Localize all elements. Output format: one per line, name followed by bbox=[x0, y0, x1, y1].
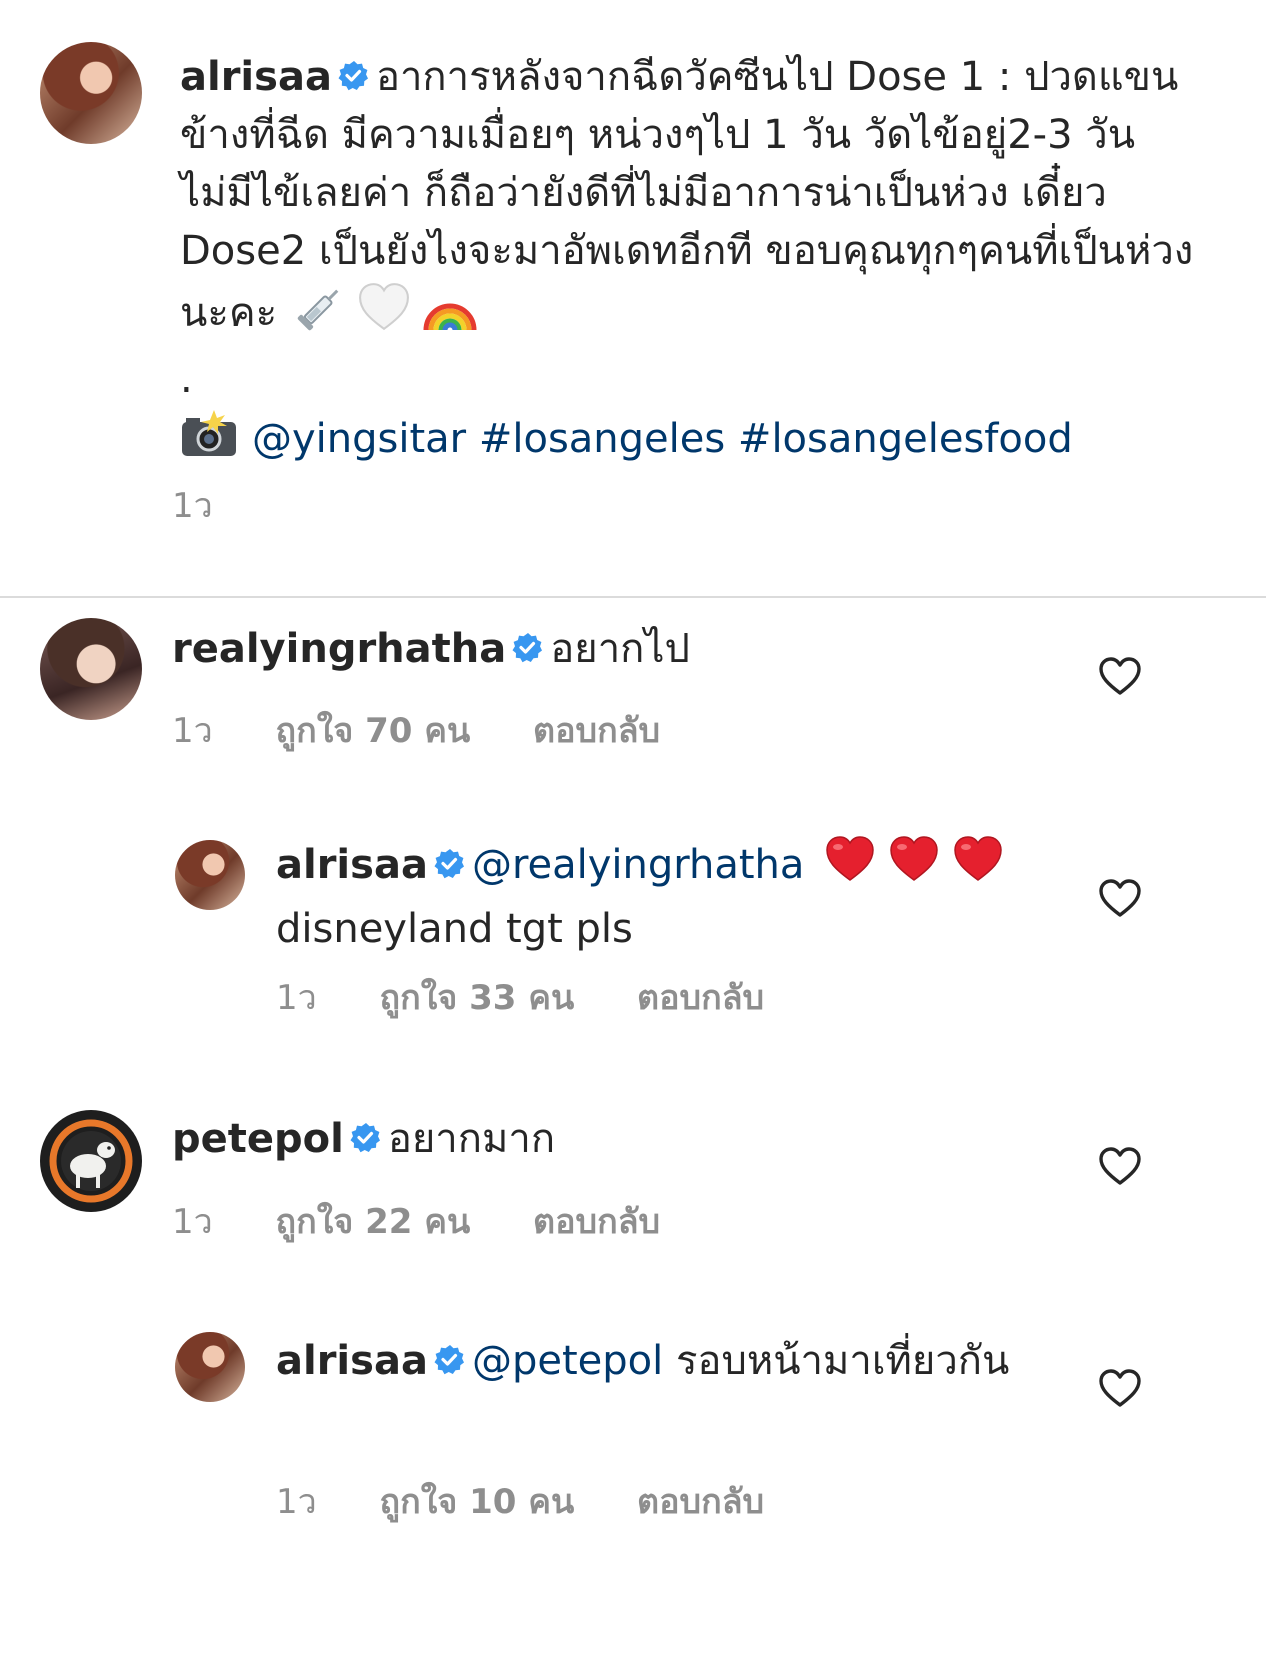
comment-avatar[interactable] bbox=[40, 618, 142, 720]
reply-button[interactable]: ตอบกลับ bbox=[533, 711, 660, 751]
post-caption-block: alrisaa อาการหลังจากฉีดวัคซีนไป Dose 1 : … bbox=[180, 48, 1220, 474]
heart-outline-icon[interactable] bbox=[1098, 656, 1142, 696]
comment-time: 1ว bbox=[172, 1202, 213, 1242]
heart-outline-icon[interactable] bbox=[1098, 1368, 1142, 1408]
reply-body: alrisaa @petepol รอบหน้ามาเที่ยวกัน bbox=[276, 1332, 1036, 1390]
verified-badge-icon bbox=[349, 1122, 382, 1154]
post-time: 1ว bbox=[172, 486, 213, 526]
reply-button[interactable]: ตอบกลับ bbox=[637, 978, 764, 1018]
reply-mention-link[interactable]: @realyingrhatha bbox=[472, 842, 804, 888]
syringe-emoji bbox=[294, 280, 348, 350]
comment-username[interactable]: petepol bbox=[172, 1116, 344, 1162]
reply-meta: 1ว ถูกใจ 10 คน ตอบกลับ bbox=[276, 1474, 816, 1528]
red-heart-emoji bbox=[954, 836, 1002, 881]
verified-badge-icon bbox=[433, 848, 466, 880]
reply-button[interactable]: ตอบกลับ bbox=[533, 1202, 660, 1242]
red-heart-emoji bbox=[826, 836, 874, 881]
comment-meta: 1ว ถูกใจ 70 คน ตอบกลับ bbox=[172, 703, 712, 757]
post-author-username[interactable]: alrisaa bbox=[180, 54, 332, 100]
credit-mention-link[interactable]: @yingsitar bbox=[252, 416, 466, 462]
reply-body: alrisaa @realyingrhatha disneyland tgt pl… bbox=[276, 834, 1076, 958]
reply-text: รอบหน้ามาเที่ยวกัน bbox=[675, 1338, 1010, 1384]
reply-likes[interactable]: ถูกใจ 10 คน bbox=[380, 1482, 575, 1522]
comment-body: petepol อยากมาก bbox=[172, 1110, 1072, 1168]
comment-avatar[interactable] bbox=[40, 1110, 142, 1212]
reply-time: 1ว bbox=[276, 1482, 317, 1522]
verified-badge-icon bbox=[337, 60, 370, 92]
caption-separator-dot: . bbox=[180, 356, 193, 402]
hashtags-link[interactable]: #losangeles #losangelesfood bbox=[479, 416, 1073, 462]
heart-outline-icon[interactable] bbox=[1098, 878, 1142, 918]
heart-outline-icon[interactable] bbox=[1098, 1146, 1142, 1186]
comment-text: อยากไป bbox=[550, 626, 690, 672]
comment-meta: 1ว ถูกใจ 22 คน ตอบกลับ bbox=[172, 1194, 712, 1248]
reply-username[interactable]: alrisaa bbox=[276, 1338, 428, 1384]
reply-avatar[interactable] bbox=[175, 1332, 245, 1402]
comment-username[interactable]: realyingrhatha bbox=[172, 626, 506, 672]
reply-button[interactable]: ตอบกลับ bbox=[637, 1482, 764, 1522]
comment-time: 1ว bbox=[172, 711, 213, 751]
verified-badge-icon bbox=[512, 632, 544, 664]
reply-likes[interactable]: ถูกใจ 33 คน bbox=[380, 978, 575, 1018]
white-heart-emoji bbox=[356, 281, 412, 349]
comment-likes[interactable]: ถูกใจ 22 คน bbox=[276, 1202, 471, 1242]
comment-likes[interactable]: ถูกใจ 70 คน bbox=[276, 711, 471, 751]
reply-meta: 1ว ถูกใจ 33 คน ตอบกลับ bbox=[276, 970, 816, 1024]
reply-username[interactable]: alrisaa bbox=[276, 842, 428, 888]
reply-time: 1ว bbox=[276, 978, 317, 1018]
post-author-avatar[interactable] bbox=[40, 42, 142, 144]
comment-body: realyingrhatha อยากไป bbox=[172, 620, 1072, 678]
reply-text: disneyland tgt pls bbox=[276, 906, 633, 952]
reply-avatar[interactable] bbox=[175, 840, 245, 910]
divider bbox=[0, 596, 1266, 598]
reply-mention-link[interactable]: @petepol bbox=[472, 1338, 663, 1384]
rainbow-emoji bbox=[420, 280, 480, 350]
red-hearts-emoji bbox=[823, 834, 1005, 900]
post-meta: 1ว bbox=[172, 478, 265, 532]
red-heart-emoji bbox=[890, 836, 938, 881]
camera-flash-emoji bbox=[180, 408, 238, 474]
comment-text: อยากมาก bbox=[387, 1116, 556, 1162]
verified-badge-icon bbox=[433, 1344, 466, 1376]
